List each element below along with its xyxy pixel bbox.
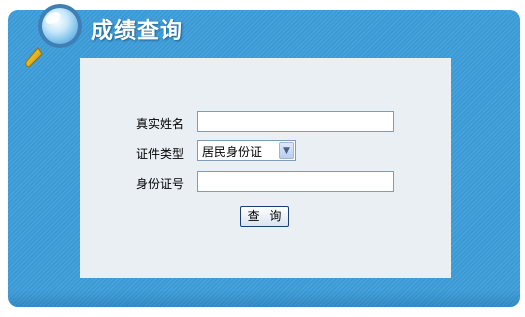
id-type-selected-value: 居民身份证 — [202, 145, 263, 159]
id-number-label: 身份证号 — [136, 177, 185, 191]
query-form-area — [80, 58, 451, 278]
real-name-label: 真实姓名 — [136, 117, 185, 131]
panel-shade — [8, 290, 520, 307]
id-number-input[interactable] — [197, 171, 394, 192]
chevron-down-icon[interactable]: ▼ — [279, 142, 294, 159]
query-button[interactable]: 查 询 — [240, 206, 289, 227]
real-name-input[interactable] — [197, 111, 394, 132]
id-type-label: 证件类型 — [136, 147, 185, 161]
page-title: 成绩查询 — [91, 19, 184, 44]
id-type-select[interactable]: 居民身份证 ▼ — [197, 140, 296, 161]
magnifier-icon — [25, 4, 82, 68]
